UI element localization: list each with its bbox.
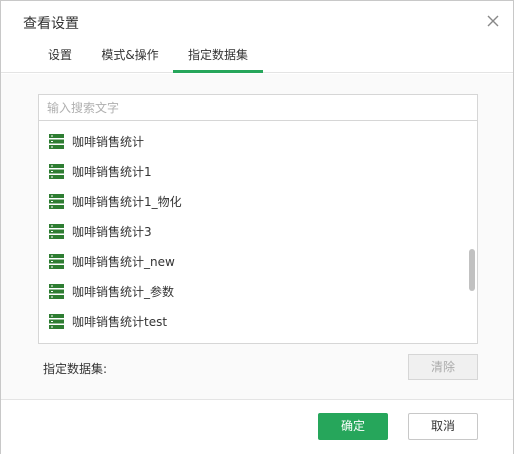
list-scrollbar[interactable]	[469, 122, 475, 343]
dataset-panel: 输入搜索文字 咖啡销售统计 咖啡销售统计1 咖啡销售统计1_物化 咖啡销售统计3	[1, 74, 513, 399]
clear-button[interactable]: 清除	[408, 354, 478, 380]
tab-settings[interactable]: 设置	[37, 41, 83, 73]
list-item[interactable]: 咖啡销售统计1_物化	[49, 192, 449, 212]
view-settings-dialog: 查看设置 设置 模式&操作 指定数据集 输入搜索文字 咖啡销售统计 咖啡销售统计…	[0, 0, 514, 454]
list-item[interactable]: 咖啡销售统计_new	[49, 252, 449, 272]
list-item[interactable]: 咖啡销售统计_参数	[49, 282, 449, 302]
tab-mode-operation-label: 模式&操作	[101, 48, 159, 62]
list-item-label: 咖啡销售统计test	[72, 315, 168, 329]
list-item[interactable]: 咖啡销售统计test	[49, 312, 449, 332]
list-item-label: 咖啡销售统计_new	[72, 255, 175, 269]
selected-dataset-label: 指定数据集:	[43, 362, 108, 376]
dataset-listbox: 输入搜索文字 咖啡销售统计 咖啡销售统计1 咖啡销售统计1_物化 咖啡销售统计3	[38, 94, 478, 344]
dataset-icon	[49, 224, 64, 239]
dataset-icon	[49, 164, 64, 179]
list-item-label: 咖啡销售统计_参数	[72, 285, 175, 299]
cancel-button[interactable]: 取消	[408, 413, 478, 440]
tab-specify-dataset-label: 指定数据集	[187, 48, 248, 62]
list-item[interactable]: 咖啡销售统计1	[49, 162, 449, 182]
tab-bar: 设置 模式&操作 指定数据集	[1, 41, 513, 73]
tab-mode-operation[interactable]: 模式&操作	[93, 41, 167, 73]
list-item[interactable]: 咖啡销售统计	[49, 132, 449, 152]
list-item-label: 咖啡销售统计1_物化	[72, 195, 182, 209]
scrollbar-thumb[interactable]	[469, 249, 475, 291]
dataset-list: 咖啡销售统计 咖啡销售统计1 咖啡销售统计1_物化 咖啡销售统计3 咖啡销售统计…	[39, 122, 469, 343]
dataset-icon	[49, 194, 64, 209]
tab-settings-label: 设置	[47, 48, 72, 62]
list-item-label: 咖啡销售统计1	[72, 165, 152, 179]
dialog-title: 查看设置	[23, 16, 79, 32]
dataset-icon	[49, 314, 64, 329]
dialog-titlebar: 查看设置	[1, 1, 513, 43]
dialog-footer: 确定 取消	[1, 399, 513, 454]
dataset-icon	[49, 134, 64, 149]
list-item-label: 咖啡销售统计3	[72, 225, 152, 239]
list-item-label: 咖啡销售统计	[72, 135, 145, 149]
ok-button[interactable]: 确定	[318, 413, 388, 440]
close-icon[interactable]	[485, 13, 501, 29]
dataset-icon	[49, 254, 64, 269]
list-item[interactable]: 咖啡销售统计3	[49, 222, 449, 242]
search-input[interactable]: 输入搜索文字	[39, 95, 477, 121]
tab-specify-dataset[interactable]: 指定数据集	[173, 41, 263, 73]
dataset-icon	[49, 284, 64, 299]
